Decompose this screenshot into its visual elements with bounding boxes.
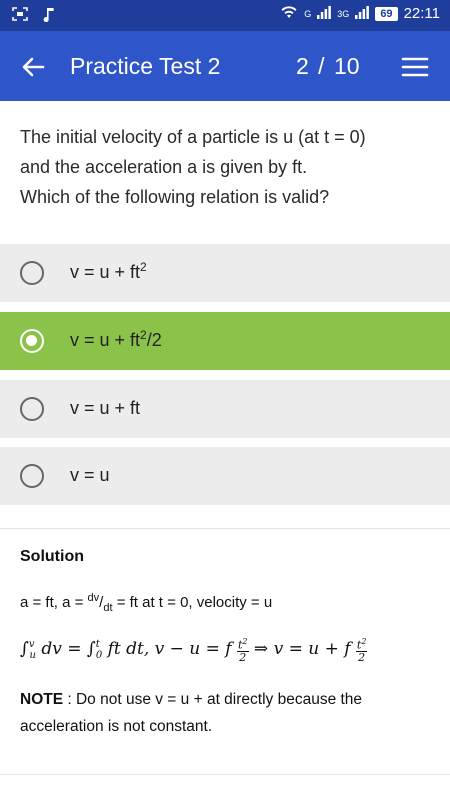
question-line: Which of the following relation is valid… [20,187,330,207]
question-line: and the acceleration a is given by ft. [20,157,308,177]
signal-icon-2 [355,5,370,22]
page-title: Practice Test 2 [70,53,221,79]
answer-option-2[interactable]: v = u + ft2/2 [0,312,450,370]
network-type-1: G [304,8,312,19]
menu-button[interactable] [401,53,429,81]
network-type-2: 3G [337,8,350,19]
solution-text: a = ft, a = dv/dt = ft at t = 0, velocit… [20,592,273,614]
arrow-left-icon [22,57,45,77]
option-label: v = u + ft [70,398,141,418]
screenshot-icon [12,7,28,26]
wifi-icon [280,5,298,22]
status-left-icons [12,6,56,27]
solution-formula: ∫vu dv = ∫t0 ft dt, v − u = f t2 2 ⇒ v = … [20,637,368,664]
radio-button[interactable] [20,464,44,488]
hamburger-menu-icon [401,57,429,77]
signal-icon [317,5,332,22]
answer-option-4[interactable]: v = u [0,447,450,505]
battery-icon: 69 [375,6,398,21]
question-text: The initial velocity of a particle is u … [20,122,430,212]
back-button[interactable] [18,52,48,82]
answer-option-3[interactable]: v = u + ft [0,380,450,438]
music-note-icon [42,6,56,27]
divider [0,774,450,775]
option-label: v = u [70,465,110,485]
status-right-icons: G 3G 69 22:11 [280,5,440,22]
answer-option-1[interactable]: v = u + ft2 [0,244,450,302]
clock: 22:11 [403,5,440,22]
radio-button-selected[interactable] [20,329,44,353]
solution-heading: Solution [20,548,84,565]
radio-button[interactable] [20,397,44,421]
question-counter: 2 / 10 [296,53,360,79]
divider [0,528,450,529]
question-line: The initial velocity of a particle is u … [20,127,366,147]
radio-button[interactable] [20,261,44,285]
option-label: v = u + ft2 [70,260,147,282]
app-bar: Practice Test 2 2 / 10 [0,31,450,101]
solution-note: NOTE : Do not use v = u + at directly be… [20,691,363,735]
option-label: v = u + ft2/2 [70,328,162,350]
status-bar: G 3G 69 22:11 [0,0,450,31]
